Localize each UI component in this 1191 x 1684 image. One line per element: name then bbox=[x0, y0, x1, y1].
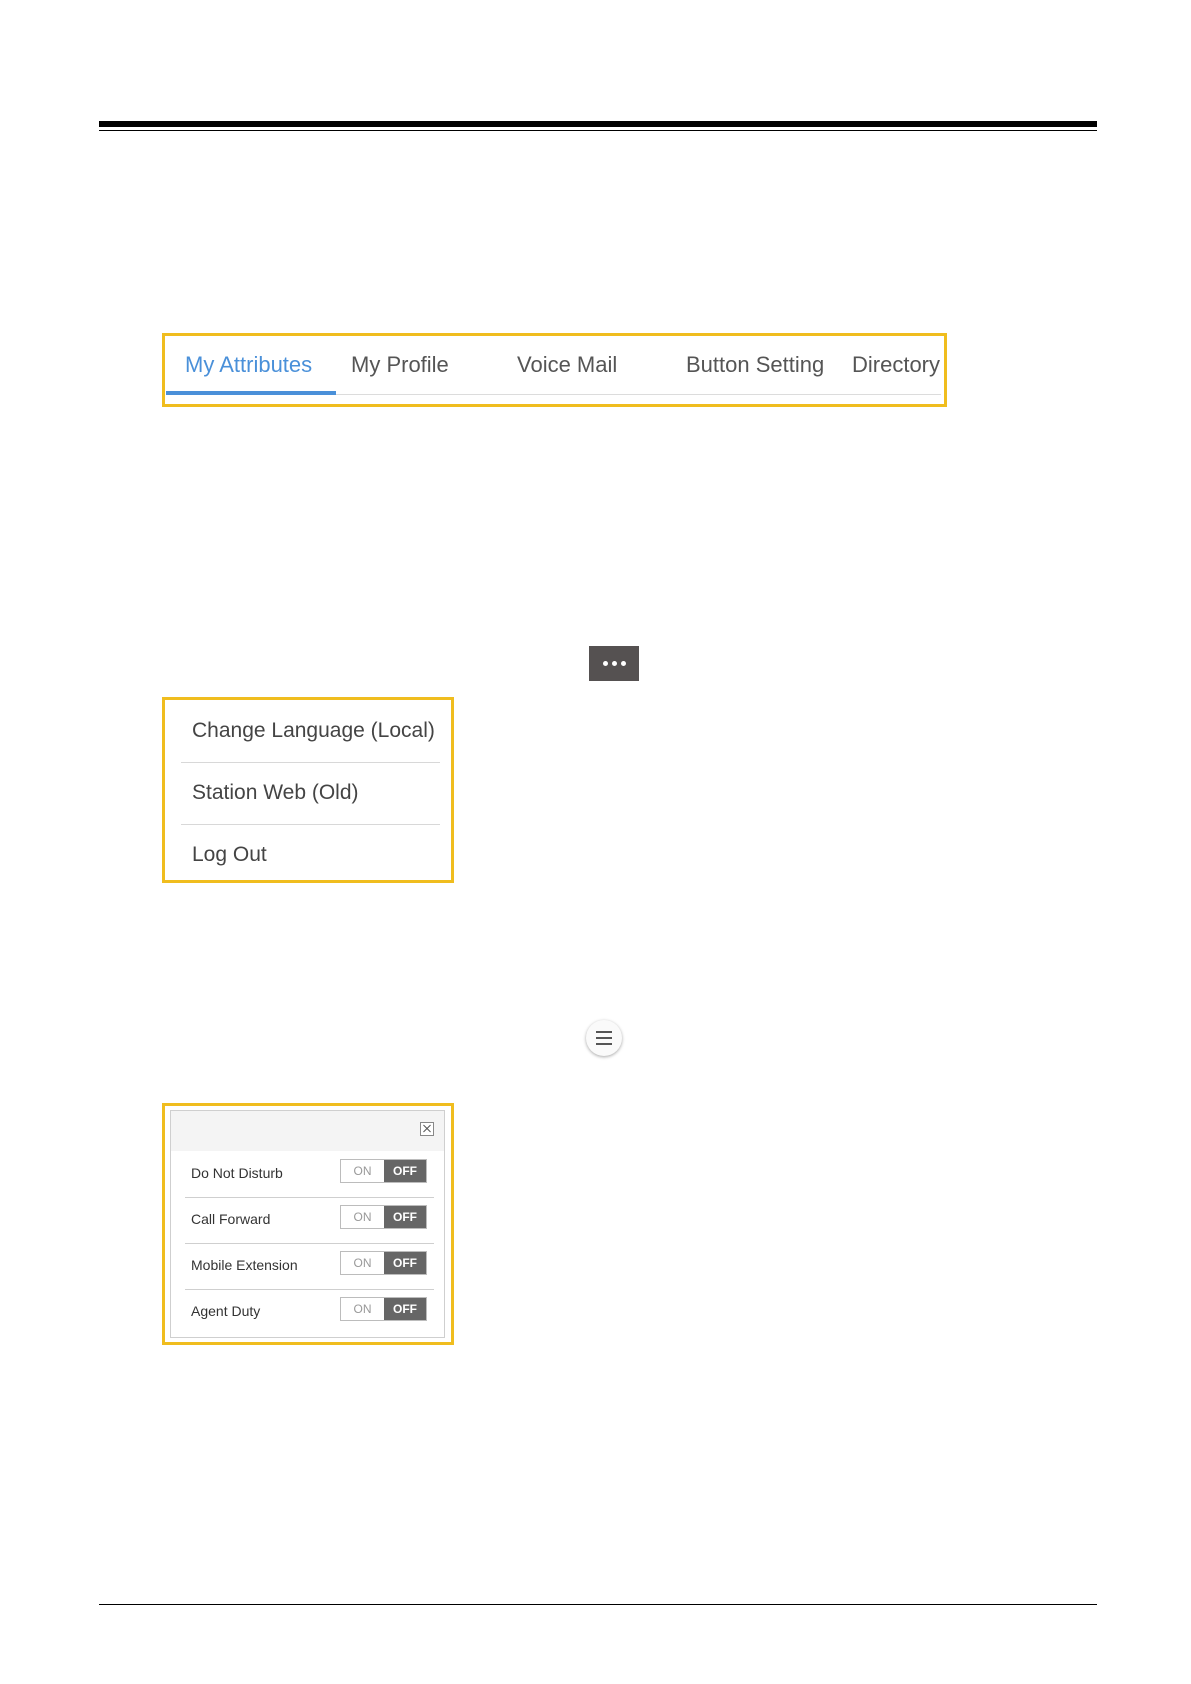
tab-button-setting[interactable]: Button Setting bbox=[686, 350, 824, 396]
options-menu: Change Language (Local) Station Web (Old… bbox=[162, 697, 454, 883]
tab-label: My Profile bbox=[351, 352, 449, 377]
menu-item-change-language[interactable]: Change Language (Local) bbox=[179, 700, 439, 762]
setting-label: Mobile Extension bbox=[191, 1257, 298, 1273]
ellipsis-icon-dot bbox=[620, 661, 626, 666]
tab-my-profile[interactable]: My Profile bbox=[351, 350, 449, 396]
setting-row-mobile-extension: Mobile Extension ON OFF bbox=[185, 1243, 434, 1288]
setting-row-do-not-disturb: Do Not Disturb ON OFF bbox=[185, 1151, 434, 1196]
menu-item-log-out[interactable]: Log Out bbox=[179, 824, 439, 886]
ellipsis-icon bbox=[602, 661, 608, 666]
toggle-on[interactable]: ON bbox=[341, 1252, 384, 1274]
hamburger-line bbox=[596, 1037, 612, 1039]
tab-label: Button Setting bbox=[686, 352, 825, 377]
call-forward-toggle[interactable]: ON OFF bbox=[340, 1205, 427, 1229]
ellipsis-icon-dot bbox=[611, 661, 617, 666]
toggle-off[interactable]: OFF bbox=[384, 1206, 426, 1228]
toggle-on[interactable]: ON bbox=[341, 1160, 384, 1182]
tab-label: Voice Mail bbox=[517, 352, 618, 377]
hamburger-menu-icon[interactable] bbox=[586, 1020, 622, 1056]
do-not-disturb-toggle[interactable]: ON OFF bbox=[340, 1159, 427, 1183]
tab-voice-mail[interactable]: Voice Mail bbox=[517, 350, 617, 396]
more-options-button[interactable] bbox=[589, 646, 639, 681]
setting-row-call-forward: Call Forward ON OFF bbox=[185, 1197, 434, 1242]
menu-item-station-web[interactable]: Station Web (Old) bbox=[179, 762, 439, 824]
toggle-on[interactable]: ON bbox=[341, 1206, 384, 1228]
active-tab-underline bbox=[166, 391, 337, 395]
setting-label: Do Not Disturb bbox=[191, 1165, 283, 1181]
toggle-off[interactable]: OFF bbox=[384, 1298, 426, 1320]
toggle-off[interactable]: OFF bbox=[384, 1252, 426, 1274]
setting-row-agent-duty: Agent Duty ON OFF bbox=[185, 1289, 434, 1334]
quick-settings-highlight: Do Not Disturb ON OFF Call Forward ON OF… bbox=[162, 1103, 454, 1345]
hamburger-line bbox=[596, 1043, 612, 1045]
setting-label: Call Forward bbox=[191, 1211, 271, 1227]
quick-settings-panel: Do Not Disturb ON OFF Call Forward ON OF… bbox=[170, 1110, 445, 1338]
tab-bar-highlight: My Attributes My Profile Voice Mail Butt… bbox=[162, 333, 947, 407]
tab-label: My Attributes bbox=[185, 352, 313, 377]
header-rule bbox=[99, 121, 1097, 131]
panel-header bbox=[171, 1111, 444, 1151]
tab-directory[interactable]: Directory bbox=[852, 350, 940, 396]
toggle-on[interactable]: ON bbox=[341, 1298, 384, 1320]
tab-my-attributes[interactable]: My Attributes bbox=[166, 350, 337, 396]
footer-rule bbox=[99, 1604, 1097, 1605]
mobile-extension-toggle[interactable]: ON OFF bbox=[340, 1251, 427, 1275]
toggle-off[interactable]: OFF bbox=[384, 1160, 426, 1182]
hamburger-line bbox=[596, 1031, 612, 1033]
tab-label: Directory bbox=[852, 352, 941, 377]
agent-duty-toggle[interactable]: ON OFF bbox=[340, 1297, 427, 1321]
setting-label: Agent Duty bbox=[191, 1303, 261, 1319]
close-icon[interactable] bbox=[420, 1122, 434, 1136]
